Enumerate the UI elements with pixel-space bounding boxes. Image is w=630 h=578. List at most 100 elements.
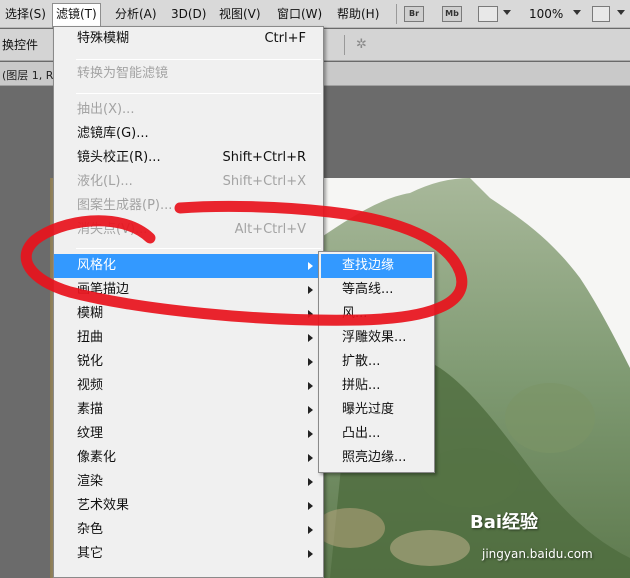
menu-item-render[interactable]: 渲染 [54,470,323,494]
menu-item-label: 其它 [77,546,104,561]
zoom-level[interactable]: 100% [529,5,563,23]
submenu-item-label: 照亮边缘... [342,450,407,465]
menu-item-label: 滤镜库(G)... [77,126,149,141]
view-extras-icon[interactable] [478,6,498,22]
menu-item-lens-correction[interactable]: 镜头校正(R)... Shift+Ctrl+R [54,146,323,170]
filter-menu: 特殊模糊 Ctrl+F 转换为智能滤镜 抽出(X)... 滤镜库(G)... 镜… [53,26,324,578]
submenu-arrow-icon [308,358,313,366]
menu-item-label: 艺术效果 [77,498,130,513]
submenu-item-emboss[interactable]: 浮雕效果... [321,326,432,350]
submenu-arrow-icon [308,334,313,342]
submenu-item-label: 浮雕效果... [342,330,407,345]
menu-item-label: 风格化 [77,258,117,273]
menu-filter[interactable]: 滤镜(T) [52,3,101,28]
menu-item-pattern-maker[interactable]: 图案生成器(P)... [54,194,323,218]
submenu-item-solarize[interactable]: 曝光过度 [321,398,432,422]
submenu-arrow-icon [308,406,313,414]
submenu-arrow-icon [308,502,313,510]
menu-item-shortcut: Ctrl+F [264,31,306,46]
menu-item-label: 锐化 [77,354,104,369]
watermark-url: jingyan.baidu.com [482,547,593,561]
options-label: 换控件 [2,38,39,52]
menu-3d[interactable]: 3D(D) [168,5,209,23]
menu-window[interactable]: 窗口(W) [274,5,325,23]
menu-item-noise[interactable]: 杂色 [54,518,323,542]
submenu-item-extrude[interactable]: 凸出... [321,422,432,446]
submenu-item-label: 凸出... [342,426,381,441]
bridge-icon[interactable]: Br [404,6,424,22]
menubar-separator [396,4,397,24]
submenu-arrow-icon [308,430,313,438]
menu-item-other[interactable]: 其它 [54,542,323,566]
submenu-item-tiles[interactable]: 拼贴... [321,374,432,398]
menu-item-convert-smart-filter[interactable]: 转换为智能滤镜 [54,62,323,86]
menu-item-label: 转换为智能滤镜 [77,66,169,81]
chevron-down-icon[interactable] [503,10,511,15]
menu-item-label: 渲染 [77,474,104,489]
menu-item-label: 杂色 [77,522,104,537]
stylize-submenu: 查找边缘 等高线... 风... 浮雕效果... 扩散... 拼贴... 曝光过… [318,251,435,473]
menu-item-pixelate[interactable]: 像素化 [54,446,323,470]
menu-item-last-filter[interactable]: 特殊模糊 Ctrl+F [54,27,323,51]
menu-item-label: 素描 [77,402,104,417]
submenu-arrow-icon [308,526,313,534]
submenu-item-label: 查找边缘 [342,258,395,273]
menu-item-distort[interactable]: 扭曲 [54,326,323,350]
menu-analysis[interactable]: 分析(A) [112,5,160,23]
document-tab[interactable]: (图层 1, R [2,67,53,83]
menu-item-label: 特殊模糊 [77,31,130,46]
submenu-item-find-edges[interactable]: 查找边缘 [321,254,432,278]
menu-view[interactable]: 视图(V) [216,5,264,23]
menu-item-label: 像素化 [77,450,117,465]
menu-item-label: 抽出(X)... [77,102,135,117]
submenu-item-label: 等高线... [342,282,394,297]
menu-item-blur[interactable]: 模糊 [54,302,323,326]
submenu-arrow-icon [308,310,313,318]
menu-item-sharpen[interactable]: 锐化 [54,350,323,374]
submenu-arrow-icon [308,286,313,294]
submenu-item-trace-contour[interactable]: 等高线... [321,278,432,302]
submenu-arrow-icon [308,382,313,390]
menu-item-shortcut: Alt+Ctrl+V [234,222,306,237]
menu-item-stylize[interactable]: 风格化 [54,254,323,278]
menu-item-shortcut: Shift+Ctrl+X [222,174,306,189]
options-separator [344,35,345,55]
menu-item-label: 镜头校正(R)... [77,150,161,165]
submenu-arrow-icon [308,478,313,486]
chevron-down-icon[interactable] [617,10,625,15]
menu-item-filter-gallery[interactable]: 滤镜库(G)... [54,122,323,146]
menu-item-brush-strokes[interactable]: 画笔描边 [54,278,323,302]
menu-item-artistic[interactable]: 艺术效果 [54,494,323,518]
submenu-item-label: 扩散... [342,354,381,369]
menu-item-label: 视频 [77,378,104,393]
menu-separator [76,248,321,249]
menu-item-extract[interactable]: 抽出(X)... [54,98,323,122]
menu-separator [76,93,321,94]
menu-bar: 选择(S) 滤镜(T) 分析(A) 3D(D) 视图(V) 窗口(W) 帮助(H… [0,0,630,28]
submenu-item-wind[interactable]: 风... [321,302,432,326]
menu-item-shortcut: Shift+Ctrl+R [222,150,307,165]
menu-help[interactable]: 帮助(H) [334,5,382,23]
submenu-item-diffuse[interactable]: 扩散... [321,350,432,374]
menu-separator [76,59,321,60]
menu-item-label: 模糊 [77,306,104,321]
submenu-arrow-icon [308,262,313,270]
menu-item-video[interactable]: 视频 [54,374,323,398]
puppet-warp-icon[interactable]: ✲ [356,37,372,53]
menu-item-label: 图案生成器(P)... [77,198,173,213]
menu-item-texture[interactable]: 纹理 [54,422,323,446]
menu-item-label: 液化(L)... [77,174,133,189]
menu-item-sketch[interactable]: 素描 [54,398,323,422]
menu-select[interactable]: 选择(S) [2,5,49,23]
baidu-watermark: Bai经验 [470,512,539,533]
menu-item-vanishing-point[interactable]: 消失点(V)... Alt+Ctrl+V [54,218,323,242]
menu-item-liquify[interactable]: 液化(L)... Shift+Ctrl+X [54,170,323,194]
submenu-item-glowing-edges[interactable]: 照亮边缘... [321,446,432,470]
menu-item-label: 消失点(V)... [77,222,148,237]
chevron-down-icon[interactable] [573,10,581,15]
menu-item-label: 画笔描边 [77,282,130,297]
submenu-arrow-icon [308,550,313,558]
arrange-documents-icon[interactable] [592,6,610,22]
mini-bridge-icon[interactable]: Mb [442,6,462,22]
submenu-item-label: 曝光过度 [342,402,395,417]
